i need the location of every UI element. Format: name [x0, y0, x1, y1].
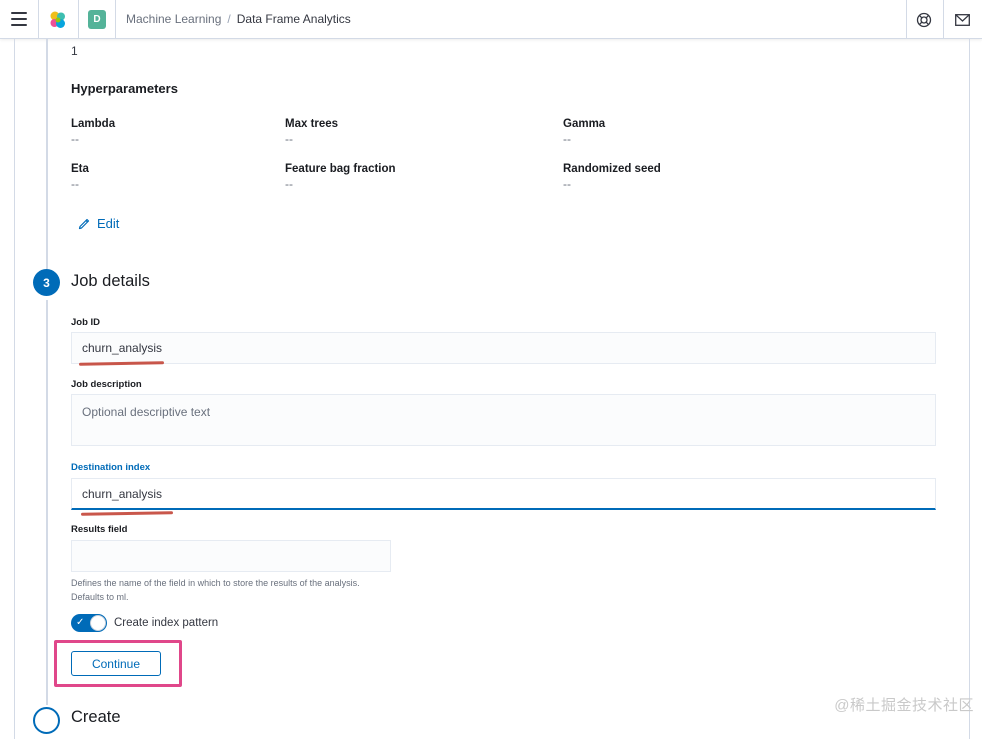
- menu-icon[interactable]: [11, 12, 27, 26]
- param-label: Lambda: [71, 118, 116, 130]
- param-label: Feature bag fraction: [285, 163, 396, 175]
- job-id-input[interactable]: [71, 332, 936, 364]
- hyperparameters-title: Hyperparameters: [71, 81, 178, 96]
- job-description-textarea[interactable]: [71, 394, 936, 446]
- param-gamma: Gamma --: [563, 118, 605, 146]
- help-icon[interactable]: [915, 11, 933, 29]
- mail-icon[interactable]: [953, 11, 971, 29]
- breadcrumb-separator: /: [227, 12, 231, 26]
- step-connector: [46, 300, 48, 705]
- header-divider: [38, 0, 39, 39]
- header-divider: [78, 0, 79, 39]
- job-description-label: Job description: [71, 379, 142, 390]
- switch-knob: [90, 615, 106, 631]
- top-header: D Machine Learning / Data Frame Analytic…: [0, 0, 982, 39]
- param-value: --: [285, 177, 293, 191]
- step-connector: [46, 39, 48, 269]
- results-field-input[interactable]: [71, 540, 391, 572]
- param-value: --: [563, 132, 571, 146]
- create-index-pattern-row: ✓ Create index pattern: [71, 614, 218, 632]
- param-value: --: [563, 177, 571, 191]
- param-label: Max trees: [285, 118, 339, 130]
- header-divider: [906, 0, 907, 39]
- breadcrumb: Machine Learning / Data Frame Analytics: [126, 12, 351, 26]
- param-label: Gamma: [563, 118, 606, 130]
- previous-step-value: 1: [71, 44, 78, 58]
- param-label: Randomized seed: [563, 163, 661, 175]
- destination-index-label: Destination index: [71, 462, 151, 473]
- next-step-badge: [33, 707, 60, 734]
- watermark: @稀土掘金技术社区: [834, 697, 974, 714]
- param-label: Eta: [71, 163, 89, 175]
- edit-button[interactable]: Edit: [78, 216, 119, 231]
- continue-button[interactable]: Continue: [71, 651, 161, 676]
- param-value: --: [71, 177, 79, 191]
- edit-label: Edit: [97, 216, 120, 231]
- step-number-badge: 3: [33, 269, 60, 296]
- results-field-label: Results field: [71, 524, 128, 535]
- check-icon: ✓: [76, 617, 85, 628]
- next-step-title: Create: [71, 708, 121, 726]
- space-avatar[interactable]: D: [88, 10, 106, 29]
- header-divider: [115, 0, 116, 39]
- create-index-pattern-switch[interactable]: ✓: [71, 614, 107, 632]
- job-id-label: Job ID: [71, 317, 101, 328]
- param-eta: Eta --: [71, 163, 89, 191]
- breadcrumb-data-frame-analytics: Data Frame Analytics: [236, 12, 351, 26]
- results-field-help: Defines the name of the field in which t…: [71, 578, 360, 602]
- param-feature-bag-fraction: Feature bag fraction --: [285, 163, 396, 191]
- wizard-panel: [14, 39, 970, 739]
- step-title: Job details: [71, 272, 150, 290]
- create-index-pattern-label: Create index pattern: [114, 617, 219, 629]
- param-value: --: [71, 132, 79, 146]
- pencil-icon: [78, 218, 90, 230]
- destination-index-input[interactable]: [71, 478, 936, 510]
- elastic-logo-icon[interactable]: [48, 10, 68, 30]
- breadcrumb-machine-learning[interactable]: Machine Learning: [126, 12, 221, 26]
- param-max-trees: Max trees --: [285, 118, 338, 146]
- param-value: --: [285, 132, 293, 146]
- param-lambda: Lambda --: [71, 118, 115, 146]
- header-divider: [943, 0, 944, 39]
- param-randomized-seed: Randomized seed --: [563, 163, 661, 191]
